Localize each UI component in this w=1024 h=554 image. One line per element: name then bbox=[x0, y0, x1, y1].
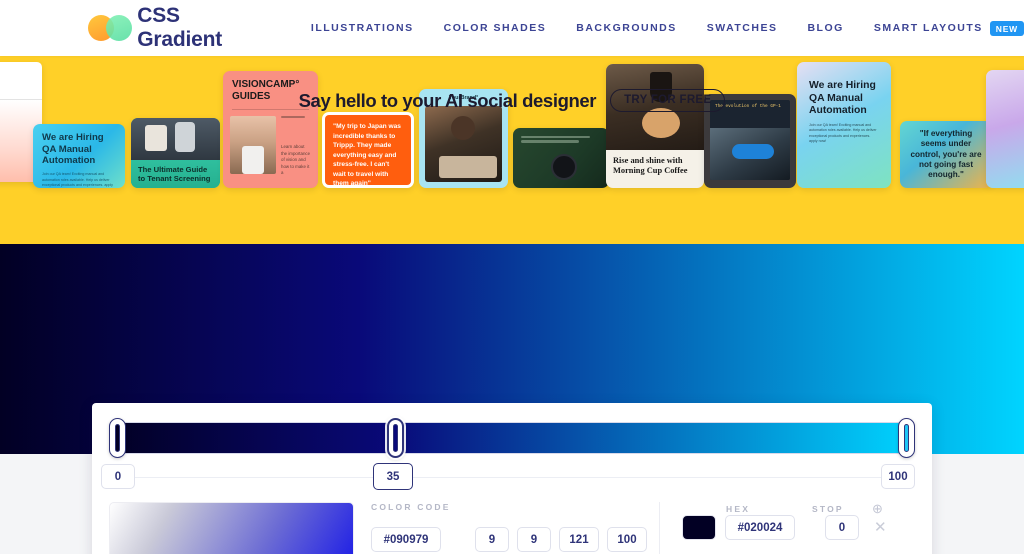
carousel-card[interactable]: "If everything seems under control, you'… bbox=[900, 121, 992, 188]
site-header: CSS Gradient ILLUSTRATIONS COLOR SHADES … bbox=[0, 0, 1024, 56]
gradient-preview-swatch[interactable] bbox=[109, 502, 354, 554]
green-input[interactable]: 9 bbox=[517, 527, 551, 552]
stop-position-field[interactable]: 0 bbox=[825, 515, 859, 540]
carousel-card[interactable]: The Ultimate Guide to Tenant Screening bbox=[131, 118, 220, 188]
carousel-card[interactable] bbox=[513, 128, 609, 188]
card-title: We are Hiring QA Manual Automation bbox=[42, 132, 104, 167]
handle-color-swatch bbox=[115, 424, 120, 452]
new-badge: NEW bbox=[989, 20, 1024, 36]
nav-item-backgrounds[interactable]: BACKGROUNDS bbox=[576, 22, 677, 34]
two-overlapping-circles-logo bbox=[88, 15, 132, 41]
stop-column-label: STOP bbox=[812, 503, 844, 514]
brand-logo[interactable]: CSS Gradient bbox=[88, 4, 259, 52]
carousel-card[interactable]: We are Hiring QA Manual Automation Join … bbox=[33, 124, 125, 188]
card-title: "If everything seems under control, you'… bbox=[910, 129, 982, 179]
slider-handle-stop-100[interactable] bbox=[898, 418, 915, 458]
nav-item-smart-layouts-label: SMART LAYOUTS bbox=[873, 22, 983, 34]
color-code-column: COLOR CODE #090979 9 9 121 100 bbox=[354, 502, 660, 554]
carousel-card[interactable] bbox=[986, 70, 1024, 188]
logo-circle-green bbox=[106, 15, 132, 41]
nav-item-illustrations[interactable]: ILLUSTRATIONS bbox=[311, 22, 414, 34]
promo-banner: We are Hiring QA Manual Automation Join … bbox=[0, 56, 1024, 244]
blue-input[interactable]: 121 bbox=[559, 527, 599, 552]
gradient-preview-column bbox=[92, 502, 354, 554]
stops-list-header: HEX STOP ⊕ bbox=[682, 502, 932, 515]
stop-position-row: 0 35 100 bbox=[92, 463, 932, 490]
nav-item-smart-layouts[interactable]: SMART LAYOUTS NEW bbox=[873, 20, 1024, 36]
carousel-card[interactable]: We are Hiring QA Manual Automation Join … bbox=[797, 62, 891, 188]
nav-item-swatches[interactable]: SWATCHES bbox=[707, 22, 778, 34]
promo-headline-row: Say hello to your AI social designer TRY… bbox=[0, 89, 1024, 112]
card-body: Join our QA team! Exciting manual and au… bbox=[809, 123, 877, 144]
card-title: The Ultimate Guide to Tenant Screening bbox=[138, 165, 211, 184]
stop-position-input-100[interactable]: 100 bbox=[881, 464, 915, 489]
gradient-editor-panel: 0 35 100 COLOR CODE #090979 9 9 121 100 bbox=[92, 403, 932, 554]
card-title bbox=[513, 128, 609, 134]
close-x-icon[interactable]: ✕ bbox=[874, 520, 887, 535]
promo-title: Say hello to your AI social designer bbox=[298, 89, 597, 111]
stops-list-column: HEX STOP ⊕ #020024 0 ✕ bbox=[660, 502, 932, 554]
stop-position-input-35[interactable]: 35 bbox=[373, 463, 413, 490]
card-body: Learn about the importance of vision and… bbox=[281, 143, 311, 176]
main-nav: ILLUSTRATIONS COLOR SHADES BACKGROUNDS S… bbox=[311, 20, 1024, 36]
slider-handle-stop-35[interactable] bbox=[387, 418, 404, 458]
page-root: CSS Gradient ILLUSTRATIONS COLOR SHADES … bbox=[0, 0, 1024, 554]
card-title: Rise and shine with Morning Cup Coffee bbox=[613, 156, 688, 176]
stop-list-item: #020024 0 ✕ bbox=[682, 515, 932, 540]
handle-color-swatch bbox=[904, 424, 909, 452]
stop-hex-input[interactable]: #020024 bbox=[725, 515, 795, 540]
try-for-free-button[interactable]: TRY FOR FREE bbox=[610, 89, 726, 112]
gradient-slider[interactable] bbox=[109, 418, 915, 458]
carousel-card[interactable]: Rise and shine with Morning Cup Coffee bbox=[606, 64, 704, 188]
card-title: "My trip to Japan was incredible thanks … bbox=[333, 123, 401, 188]
carousel-card[interactable]: "My trip to Japan was incredible thanks … bbox=[322, 112, 414, 188]
editor-lower-section: COLOR CODE #090979 9 9 121 100 HEX STOP … bbox=[92, 502, 932, 554]
nav-item-color-shades[interactable]: COLOR SHADES bbox=[444, 22, 547, 34]
watch-dial bbox=[551, 154, 577, 180]
gradient-slider-track[interactable] bbox=[109, 422, 915, 454]
card-body: Join our QA team! Exciting manual and au… bbox=[42, 172, 113, 187]
alpha-input[interactable]: 100 bbox=[607, 527, 647, 552]
promo-card-carousel: We are Hiring QA Manual Automation Join … bbox=[0, 56, 1024, 244]
card-photo bbox=[230, 116, 276, 174]
hex-input[interactable]: #090979 bbox=[371, 527, 441, 552]
hex-column-label: HEX bbox=[726, 503, 751, 514]
slider-handle-stop-0[interactable] bbox=[109, 418, 126, 458]
card-photo bbox=[425, 106, 502, 182]
color-code-label: COLOR CODE bbox=[371, 502, 451, 512]
brand-name: CSS Gradient bbox=[137, 4, 223, 51]
card-photo bbox=[131, 118, 220, 160]
red-input[interactable]: 9 bbox=[475, 527, 509, 552]
stop-position-input-0[interactable]: 0 bbox=[101, 464, 135, 489]
color-code-fields: #090979 9 9 121 100 bbox=[371, 527, 659, 552]
nav-item-blog[interactable]: BLOG bbox=[807, 22, 843, 34]
stop-color-swatch[interactable] bbox=[682, 515, 716, 540]
card-photo bbox=[710, 128, 790, 180]
plus-circle-icon[interactable]: ⊕ bbox=[872, 502, 883, 515]
handle-color-swatch bbox=[393, 424, 398, 452]
